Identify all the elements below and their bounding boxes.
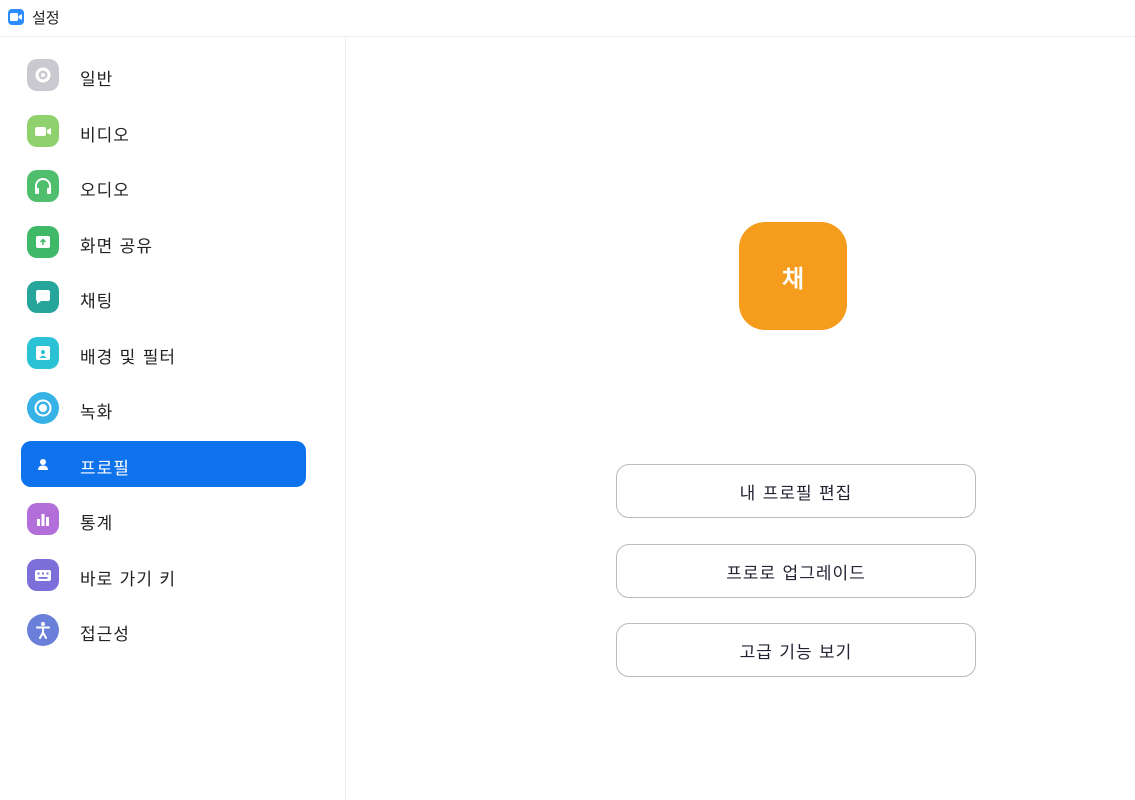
sidebar-item-label: 배경 및 필터 <box>80 348 177 368</box>
avatar[interactable]: 채 <box>739 222 847 330</box>
sidebar-item-audio[interactable]: 오디오 <box>21 163 306 209</box>
sidebar-item-label: 오디오 <box>80 181 130 201</box>
chat-bubble-icon <box>27 281 59 313</box>
screen-share-icon <box>27 226 59 258</box>
upgrade-pro-button[interactable]: 프로로 업그레이드 <box>616 544 976 598</box>
edit-profile-label: 내 프로필 편집 <box>739 483 853 504</box>
sidebar-item-label: 통계 <box>80 514 114 534</box>
sidebar-item-accessibility[interactable]: 접근성 <box>21 607 306 653</box>
sidebar-item-label: 접근성 <box>80 625 130 645</box>
sidebar-item-general[interactable]: 일반 <box>21 52 306 98</box>
sidebar-item-label: 프로필 <box>80 459 130 479</box>
profile-panel: 채 내 프로필 편집 프로로 업그레이드 고급 기능 보기 <box>346 37 1135 800</box>
record-icon <box>27 392 59 424</box>
sidebar-item-label: 일반 <box>80 70 114 90</box>
sidebar-item-video[interactable]: 비디오 <box>21 108 306 154</box>
window-title: 설정 <box>32 9 60 27</box>
sidebar-item-label: 비디오 <box>80 126 130 146</box>
video-camera-icon <box>8 9 24 25</box>
sidebar-item-label: 채팅 <box>80 292 114 312</box>
keyboard-icon <box>27 559 59 591</box>
sidebar-item-label: 화면 공유 <box>80 237 153 257</box>
bar-chart-icon <box>27 503 59 535</box>
sidebar-item-chat[interactable]: 채팅 <box>21 274 306 320</box>
sidebar-item-label: 바로 가기 키 <box>80 570 177 590</box>
sidebar-item-statistics[interactable]: 통계 <box>21 496 306 542</box>
edit-profile-button[interactable]: 내 프로필 편집 <box>616 464 976 518</box>
sidebar-item-profile[interactable]: 프로필 <box>21 441 306 487</box>
advanced-features-label: 고급 기능 보기 <box>739 642 853 663</box>
sidebar-item-background-filters[interactable]: 배경 및 필터 <box>21 330 306 376</box>
title-bar: 설정 <box>0 0 1135 37</box>
settings-sidebar: 일반 비디오 오디오 화면 공유 채팅 배경 및 필터 녹화 프로필 통계 바로… <box>0 37 346 800</box>
video-camera-icon <box>27 115 59 147</box>
avatar-initial: 채 <box>781 264 805 293</box>
sidebar-item-keyboard-shortcuts[interactable]: 바로 가기 키 <box>21 552 306 598</box>
sidebar-item-label: 녹화 <box>80 403 114 423</box>
background-person-icon <box>27 337 59 369</box>
user-icon <box>27 448 59 480</box>
accessibility-icon <box>27 614 59 646</box>
sidebar-item-screen-share[interactable]: 화면 공유 <box>21 219 306 265</box>
headphones-icon <box>27 170 59 202</box>
upgrade-pro-label: 프로로 업그레이드 <box>726 563 866 584</box>
sidebar-item-recording[interactable]: 녹화 <box>21 385 306 431</box>
advanced-features-button[interactable]: 고급 기능 보기 <box>616 623 976 677</box>
gear-icon <box>27 59 59 91</box>
